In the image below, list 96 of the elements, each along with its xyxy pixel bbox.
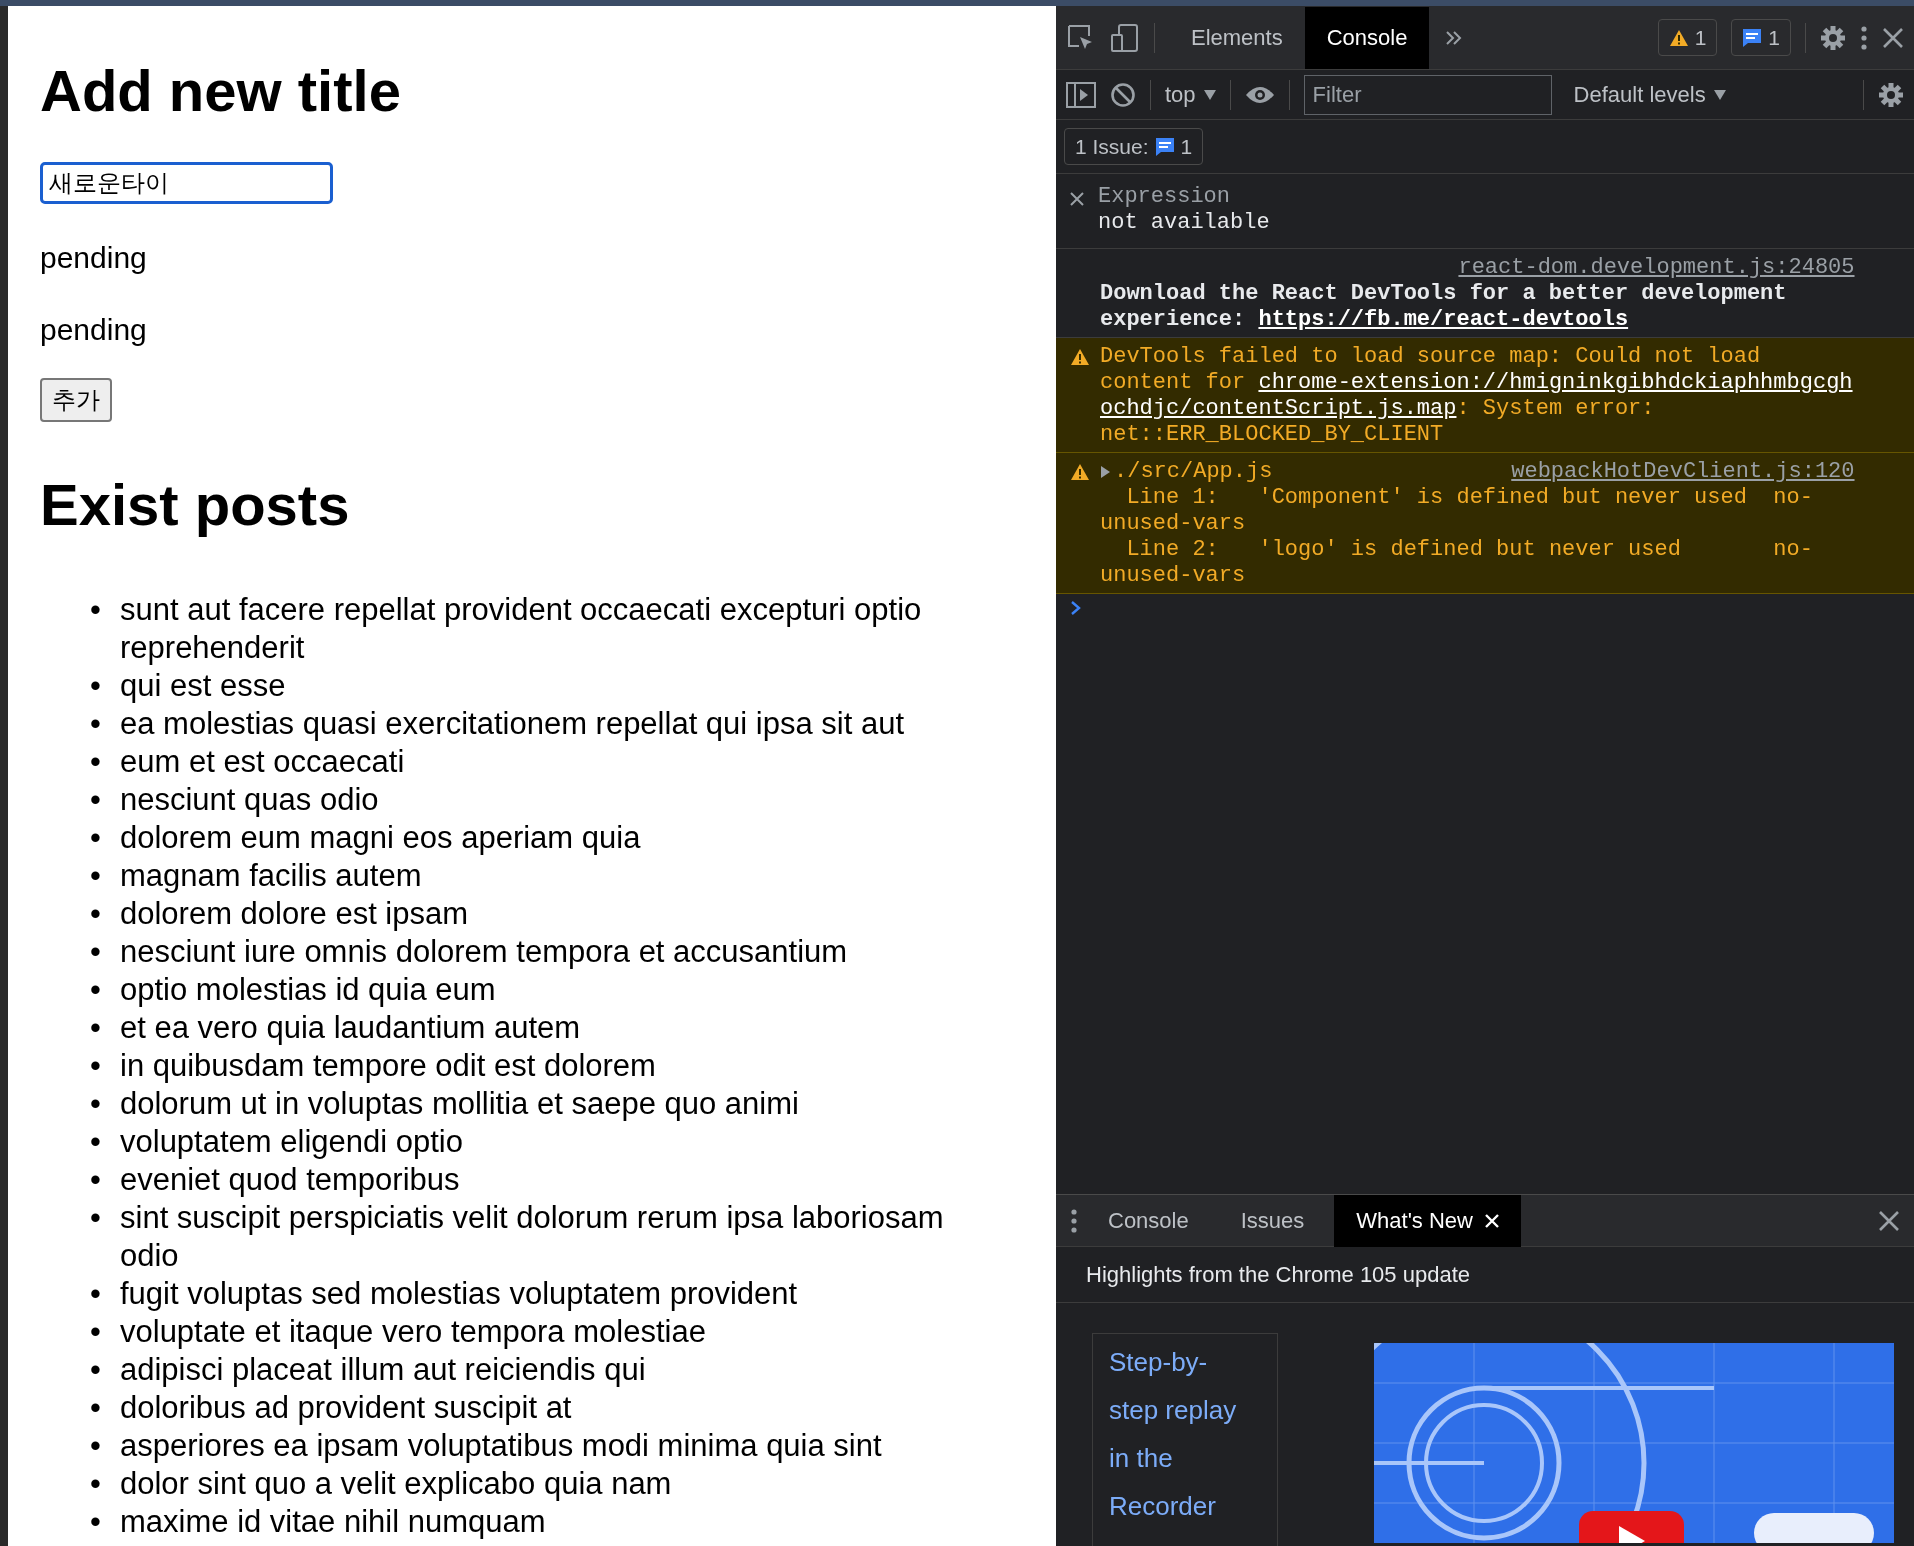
count-text: 1 [1768,24,1780,51]
caret-icon [1713,89,1726,100]
message-text: Download the React DevTools for a better development experience: https://fb.me/react-devtools [1100,281,1788,333]
list-bullet: • [90,1503,102,1542]
list-bullet: • [90,1161,102,1200]
list-bullet: • [90,591,102,630]
post-item: voluptatem eligendi optio [120,1123,463,1162]
status-text: pending [40,311,148,348]
post-item: optio molestias id quia eum [120,971,496,1010]
add-button[interactable]: 추가 [40,377,112,422]
post-item: eveniet quod temporibus [120,1161,460,1200]
list-bullet: • [90,895,102,934]
list-bullet: • [90,1313,102,1352]
list-bullet: • [90,781,102,820]
list-bullet: • [90,1123,102,1162]
list-bullet: • [90,1465,102,1504]
more-options-icon[interactable] [1070,1207,1078,1234]
post-item: fugit voluptas sed molestias voluptatem provident [120,1275,798,1314]
expression-value: not available [1098,210,1270,236]
list-bullet: • [90,1351,102,1390]
post-item: in quibusdam tempore odit est dolorem [120,1047,656,1086]
issues-button[interactable]: 1 Issue: 1 [1064,127,1204,166]
post-item: magnam facilis autem [120,857,422,896]
source-link[interactable]: webpackHotDevClient.js:120 [1511,459,1855,485]
message-icon [1742,27,1763,48]
sidebar-icon[interactable] [1066,81,1096,108]
post-item: voluptate et itaque vero tempora molestiae [120,1313,706,1352]
prompt-icon[interactable] [1070,600,1082,616]
count-text: 1 [1180,133,1193,160]
post-item: nesciunt quas odio [120,781,379,820]
post-item: ea molestias quasi exercitationem repellat qui ipsa sit aut [120,705,905,744]
list-bullet: • [90,705,102,744]
drawer-tab[interactable]: What's New [1334,1194,1521,1247]
post-item: dolorum ut in voluptas mollitia et saepe quo animi [120,1085,799,1124]
message-text: DevTools failed to load source map: Could not load content for chrome-extension://hmigninkgibhdckiaphhmbgcgh ochdjc/contentScript.js.map: System error: net::ERR_BLOCKED_BY_CLIENT [1100,344,1854,448]
post-item: asperiores ea ipsam voluptatibus modi minima quia sint [120,1427,882,1466]
list-bullet: • [90,1199,102,1238]
post-item: dolorem dolore est ipsam [120,895,469,934]
post-item: et ea vero quia laudantium autem [120,1009,581,1048]
filter-field[interactable]: Filter [1303,74,1552,115]
post-item: maxime id vitae nihil numquam [120,1503,546,1542]
list-bullet: • [90,743,102,782]
close-icon[interactable] [1070,192,1084,206]
status-text: pending [40,239,148,276]
post-item: eum et est occaecati [120,743,405,782]
drawer-tab[interactable]: Issues [1218,1194,1327,1247]
message-link[interactable]: ochdjc/contentScript.js.map [1100,396,1457,421]
caret-icon [1203,89,1216,100]
message-line: Line 1: 'Component' is defined but never used no-unused-vars [1100,485,1814,537]
count-text: 1 [1694,24,1707,51]
section-heading: Exist posts [40,470,351,539]
warning-icon [1070,348,1090,366]
post-item: dolor sint quo a velit explicabo quia nam [120,1465,672,1504]
settings-icon[interactable] [1878,81,1904,108]
panel-tab[interactable]: Elements [1169,6,1305,69]
warning-icon [1668,28,1689,47]
expand-triangle-icon[interactable] [1100,466,1110,478]
list-bullet: • [90,1047,102,1086]
list-bullet: • [90,933,102,972]
list-bullet: • [90,1009,102,1048]
list-bullet: • [90,1389,102,1428]
eye-icon[interactable] [1244,84,1275,105]
clear-icon[interactable] [1110,81,1136,108]
list-bullet: • [90,1427,102,1466]
drawer-tab[interactable]: Console [1086,1194,1211,1247]
message-title: ./src/App.js [1114,459,1273,485]
panel-tab[interactable]: Console [1304,6,1430,69]
post-item: qui est esse [120,667,286,706]
update-headline: Highlights from the Chrome 105 update [1056,1247,1914,1303]
message-link[interactable]: https://fb.me/react-devtools [1258,307,1629,332]
more-options-icon[interactable] [1860,24,1868,51]
source-link[interactable]: react-dom.development.js:24805 [1458,255,1855,280]
message-line: Line 2: 'logo' is defined but never used no-unused-vars [1100,537,1814,589]
settings-icon[interactable] [1820,24,1846,51]
list-bullet: • [90,857,102,896]
list-bullet: • [90,667,102,706]
warning-count-badge[interactable]: 1 [1657,18,1718,57]
title-input[interactable]: 새로운타이 [40,161,333,204]
list-bullet: • [90,1275,102,1314]
post-item: nesciunt iure omnis dolorem tempora et accusantium [120,933,848,972]
device-icon[interactable] [1110,22,1140,53]
levels-dropdown[interactable]: Default levels [1573,78,1726,111]
list-bullet: • [90,971,102,1010]
list-bullet: • [90,1085,102,1124]
context-dropdown[interactable]: top [1165,78,1216,111]
message-link[interactable]: chrome-extension://hmigninkgibhdckiaphhmbgcgh [1258,370,1853,395]
page-heading: Add new title [40,57,402,125]
warning-icon [1070,463,1090,481]
message-count-badge[interactable]: 1 [1731,18,1791,57]
post-item: adipisci placeat illum aut reiciendis qui [120,1351,646,1390]
post-item: doloribus ad provident suscipit at [120,1389,572,1428]
message-icon [1154,136,1175,157]
expression-label: Expression [1098,184,1232,210]
list-bullet: • [90,819,102,858]
feature-link[interactable]: Step-by-step replay in the Recorder [1092,1333,1278,1546]
post-item: dolorem eum magni eos aperiam quia [120,819,641,858]
